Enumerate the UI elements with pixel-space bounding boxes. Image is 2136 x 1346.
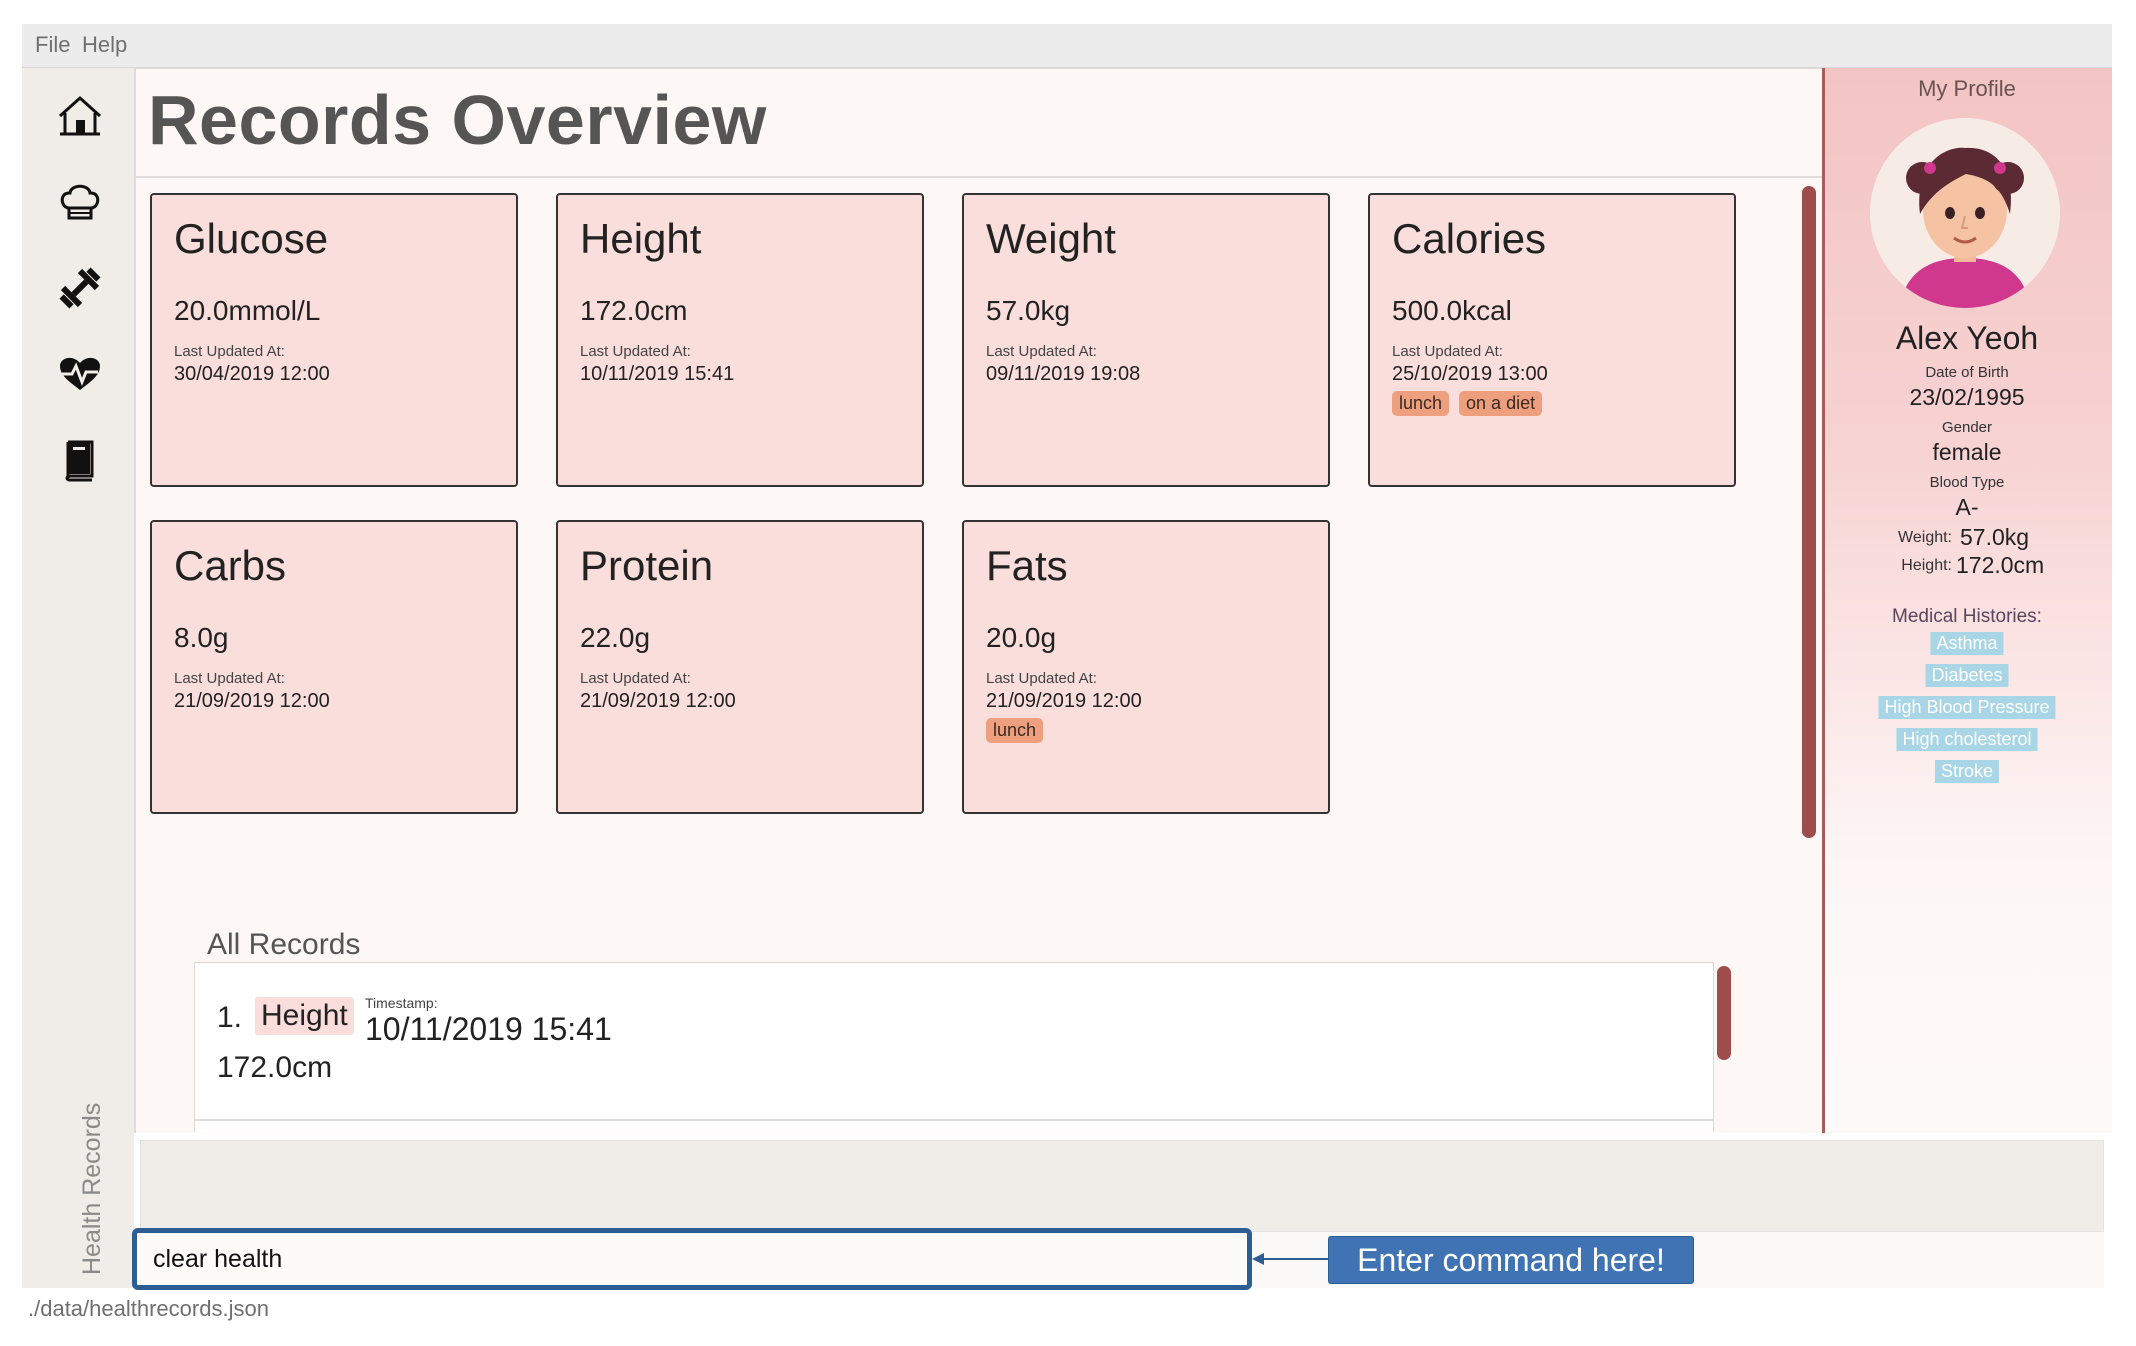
blood-type-value: A-	[1955, 494, 1979, 520]
card-value: 20.0g	[986, 622, 1057, 653]
chef-hat-icon[interactable]	[56, 178, 104, 226]
card-updated-value: 10/11/2019 15:41	[580, 363, 735, 385]
tag-badge: lunch	[1392, 391, 1450, 416]
card-title: Glucose	[174, 215, 329, 262]
height-value: 172.0cm	[1956, 552, 2045, 578]
card-updated-label: Last Updated At:	[1392, 343, 1503, 360]
card-updated-label: Last Updated At:	[580, 343, 691, 360]
card-updated-label: Last Updated At:	[986, 343, 1097, 360]
card-glucose[interactable]: Glucose 20.0mmol/L Last Updated At: 30/0…	[150, 193, 518, 487]
card-height[interactable]: Height 172.0cm Last Updated At: 10/11/20…	[556, 193, 924, 487]
record-list: 1. Height Timestamp: 10/11/2019 15:41 17…	[194, 962, 1714, 1132]
medical-tag: Stroke	[1934, 760, 2000, 783]
record-list-scrollbar[interactable]	[1717, 966, 1731, 1060]
card-protein[interactable]: Protein 22.0g Last Updated At: 21/09/201…	[556, 520, 924, 814]
card-updated-value: 25/10/2019 13:00	[1392, 363, 1548, 385]
tag-badge: on a diet	[1459, 391, 1543, 416]
blood-type-label: Blood Type	[1929, 474, 2005, 491]
record-value: 172.0cm	[217, 1051, 333, 1084]
height-label: Height:	[1901, 557, 1952, 574]
card-updated-value: 09/11/2019 19:08	[986, 363, 1141, 385]
main-scrollbar[interactable]	[1802, 186, 1816, 838]
status-bar-path: ./data/healthrecords.json	[28, 1296, 269, 1321]
card-title: Protein	[580, 542, 714, 589]
tag-badge: lunch	[986, 718, 1044, 743]
gender-label: Gender	[1941, 419, 1993, 436]
card-title: Height	[580, 215, 702, 262]
dob-value: 23/02/1995	[1909, 384, 2025, 410]
card-value: 172.0cm	[580, 295, 688, 326]
card-carbs[interactable]: Carbs 8.0g Last Updated At: 21/09/2019 1…	[150, 520, 518, 814]
card-value: 57.0kg	[986, 295, 1071, 326]
result-display	[140, 1140, 2104, 1232]
card-updated-label: Last Updated At:	[174, 670, 285, 687]
card-updated-label: Last Updated At:	[174, 343, 285, 360]
card-value: 20.0mmol/L	[174, 295, 321, 326]
medical-tag: Asthma	[1930, 632, 2004, 655]
command-input[interactable]	[132, 1228, 1252, 1290]
card-tags: lunch on a diet	[1392, 391, 1543, 416]
card-title: Fats	[986, 542, 1068, 589]
gender-value: female	[1932, 439, 2002, 465]
all-records-heading: All Records	[207, 928, 361, 961]
menu-help[interactable]: Help	[82, 32, 127, 58]
menu-bar: File Help	[22, 24, 2112, 68]
card-value: 8.0g	[174, 622, 229, 653]
card-fats[interactable]: Fats 20.0g Last Updated At: 21/09/2019 1…	[962, 520, 1330, 814]
home-icon[interactable]	[56, 92, 104, 140]
card-updated-value: 21/09/2019 12:00	[174, 690, 330, 712]
book-icon[interactable]	[56, 436, 104, 484]
card-updated-value: 30/04/2019 12:00	[174, 363, 330, 385]
record-timestamp-label: Timestamp:	[365, 995, 438, 1011]
profile-name: Alex Yeoh	[1895, 320, 2039, 356]
card-value: 500.0kcal	[1392, 295, 1512, 326]
card-updated-label: Last Updated At:	[580, 670, 691, 687]
card-value: 22.0g	[580, 622, 651, 653]
card-title: Weight	[986, 215, 1116, 262]
dumbbell-icon[interactable]	[56, 264, 104, 312]
card-updated-label: Last Updated At:	[986, 670, 1097, 687]
card-updated-value: 21/09/2019 12:00	[986, 690, 1142, 712]
medical-tag: High Blood Pressure	[1878, 696, 2056, 719]
card-title: Calories	[1392, 215, 1547, 262]
dob-label: Date of Birth	[1925, 364, 2009, 381]
card-title: Carbs	[174, 542, 287, 589]
weight-value: 57.0kg	[1960, 524, 2030, 550]
record-timestamp: 10/11/2019 15:41	[365, 1011, 612, 1047]
weight-label: Weight:	[1898, 529, 1952, 546]
medical-tag: High cholesterol	[1896, 728, 2038, 751]
medical-histories-label: Medical Histories:	[1892, 606, 2042, 627]
record-type-badge: Height	[255, 997, 354, 1035]
avatar	[1870, 118, 2060, 308]
list-item[interactable]: 1. Height Timestamp: 10/11/2019 15:41 17…	[195, 963, 1713, 1121]
page-title: Records Overview	[148, 81, 767, 159]
record-index: 1.	[217, 1001, 243, 1034]
heartbeat-icon[interactable]	[56, 350, 104, 398]
title-divider	[134, 176, 1824, 178]
card-calories[interactable]: Calories 500.0kcal Last Updated At: 25/1…	[1368, 193, 1736, 487]
profile-title: My Profile	[1918, 76, 2016, 101]
menu-file[interactable]: File	[35, 32, 70, 58]
medical-tag: Diabetes	[1925, 664, 2009, 687]
sidebar-caption: Health Records	[78, 1102, 106, 1275]
command-hint: Enter command here!	[1328, 1236, 1694, 1284]
card-updated-value: 21/09/2019 12:00	[580, 690, 736, 712]
card-weight[interactable]: Weight 57.0kg Last Updated At: 09/11/201…	[962, 193, 1330, 487]
card-tags: lunch	[986, 718, 1044, 743]
hint-arrow-icon	[1252, 1253, 1332, 1265]
